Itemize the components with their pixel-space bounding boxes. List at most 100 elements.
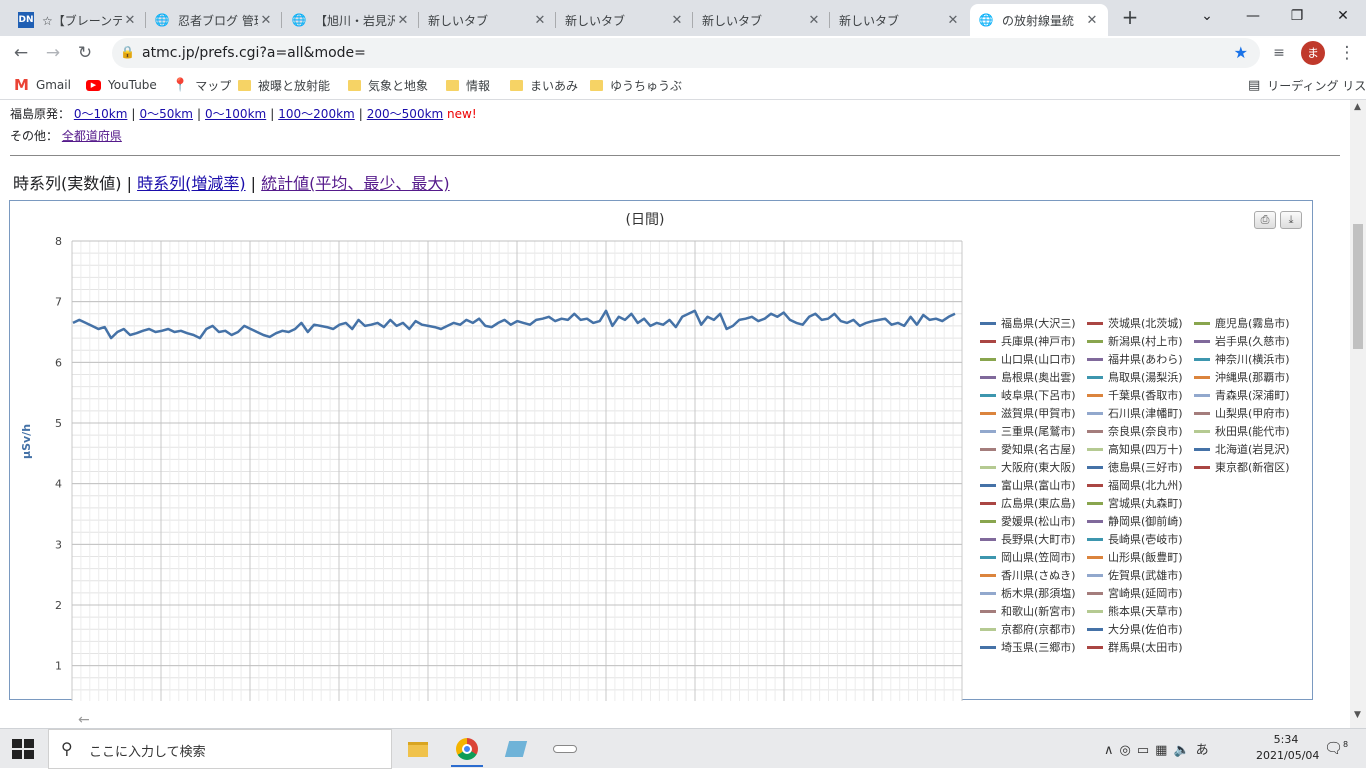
tab-4[interactable]: 新しいタブ ✕ — [420, 4, 556, 36]
legend-item[interactable]: 静岡県(御前崎) — [1087, 512, 1183, 530]
battery-icon[interactable]: ▭ — [1137, 743, 1155, 758]
tab-3[interactable]: 🌐 【旭川・岩見沢 ✕ — [283, 4, 419, 36]
legend-item[interactable]: 島根県(奥出雲) — [980, 368, 1076, 386]
bookmark-star-icon[interactable]: ★ — [1234, 43, 1248, 62]
scrollbar-thumb[interactable] — [1353, 224, 1363, 349]
file-explorer-icon[interactable] — [398, 733, 438, 765]
back-button[interactable]: ← — [8, 40, 34, 66]
bookmark-item[interactable]: 気象と地象 — [348, 76, 428, 94]
distance-link[interactable]: 200～500km — [367, 107, 443, 121]
legend-item[interactable]: 東京都(新宿区) — [1194, 458, 1290, 476]
new-tab-button[interactable]: + — [1118, 6, 1142, 30]
address-bar[interactable]: 🔒 atmc.jp/prefs.cgi?a=all&mode= ★ — [112, 38, 1260, 68]
tray-app-icon[interactable]: ◎ — [1120, 743, 1137, 758]
bookmark-item[interactable]: M Gmail — [14, 76, 71, 94]
mode-stats-link[interactable]: 統計値(平均、最少、最大) — [261, 174, 450, 193]
taskbar-search[interactable]: ⚲ ここに入力して検索 — [48, 729, 392, 769]
legend-item[interactable]: 大分県(佐伯市) — [1087, 620, 1183, 638]
bookmark-item[interactable]: 📍 マップ — [172, 76, 231, 94]
close-window-button[interactable]: ✕ — [1320, 4, 1366, 28]
tab-7[interactable]: 新しいタブ ✕ — [831, 4, 969, 36]
legend-item[interactable]: 徳島県(三好市) — [1087, 458, 1183, 476]
tab-2[interactable]: 🌐 忍者ブログ 管理 ✕ — [146, 4, 282, 36]
legend-item[interactable]: 福井県(あわら) — [1087, 350, 1183, 368]
scroll-down-icon[interactable]: ▼ — [1354, 710, 1361, 720]
distance-link[interactable]: 0～10km — [74, 107, 128, 121]
tab-close-icon[interactable]: ✕ — [395, 13, 411, 28]
legend-item[interactable]: 佐賀県(武雄市) — [1087, 566, 1183, 584]
legend-item[interactable]: 富山県(富山市) — [980, 476, 1076, 494]
profile-avatar[interactable]: ま — [1301, 41, 1325, 65]
legend-item[interactable]: 兵庫県(神戸市) — [980, 332, 1076, 350]
system-tray[interactable]: ∧◎▭▦🔈あ — [1104, 739, 1215, 758]
legend-item[interactable]: 大阪府(東大阪) — [980, 458, 1076, 476]
legend-item[interactable]: 三重県(尾鷲市) — [980, 422, 1076, 440]
legend-item[interactable]: 埼玉県(三郷市) — [980, 638, 1076, 656]
legend-item[interactable]: 宮崎県(延岡市) — [1087, 584, 1183, 602]
bookmark-item[interactable]: 情報 — [446, 76, 490, 94]
legend-item[interactable]: 宮城県(丸森町) — [1087, 494, 1183, 512]
legend-item[interactable]: 奈良県(奈良市) — [1087, 422, 1183, 440]
legend-item[interactable]: 沖縄県(那覇市) — [1194, 368, 1290, 386]
page-scrollbar[interactable]: ▲ ▼ — [1350, 100, 1366, 728]
legend-item[interactable]: 秋田県(能代市) — [1194, 422, 1290, 440]
legend-item[interactable]: 岩手県(久慈市) — [1194, 332, 1290, 350]
tab-close-icon[interactable]: ✕ — [806, 13, 822, 28]
legend-item[interactable]: 群馬県(太田市) — [1087, 638, 1183, 656]
legend-item[interactable]: 山形県(飯豊町) — [1087, 548, 1183, 566]
bookmark-item[interactable]: ▶ YouTube — [86, 76, 157, 94]
legend-item[interactable]: 千葉県(香取市) — [1087, 386, 1183, 404]
legend-item[interactable]: 京都府(京都市) — [980, 620, 1076, 638]
bookmark-item[interactable]: まいあみ — [510, 76, 578, 94]
tab-close-icon[interactable]: ✕ — [532, 13, 548, 28]
legend-item[interactable]: 山口県(山口市) — [980, 350, 1076, 368]
legend-item[interactable]: 長崎県(壱岐市) — [1087, 530, 1183, 548]
legend-item[interactable]: 福岡県(北九州) — [1087, 476, 1183, 494]
tray-chevron-icon[interactable]: ∧ — [1104, 743, 1120, 758]
all-prefectures-link[interactable]: 全都道府県 — [62, 129, 122, 143]
legend-item[interactable]: 熊本県(天草市) — [1087, 602, 1183, 620]
legend-item[interactable]: 長野県(大町市) — [980, 530, 1076, 548]
minimize-button[interactable]: — — [1230, 4, 1276, 28]
legend-item[interactable]: 岡山県(笠岡市) — [980, 548, 1076, 566]
legend-item[interactable]: 愛媛県(松山市) — [980, 512, 1076, 530]
scroll-left-icon[interactable]: ← — [78, 712, 90, 728]
tab-close-icon[interactable]: ✕ — [258, 13, 274, 28]
scroll-up-icon[interactable]: ▲ — [1354, 102, 1361, 112]
media-control-icon[interactable]: ≡ — [1266, 40, 1292, 66]
legend-item[interactable]: 和歌山(新宮市) — [980, 602, 1076, 620]
reading-list-button[interactable]: ▤ リーディング リスト — [1248, 76, 1366, 94]
tab-close-icon[interactable]: ✕ — [1084, 13, 1100, 28]
legend-item[interactable]: 広島県(東広島) — [980, 494, 1076, 512]
legend-item[interactable]: 福島県(大沢三) — [980, 314, 1076, 332]
legend-item[interactable]: 高知県(四万十) — [1087, 440, 1183, 458]
notification-center-icon[interactable]: 🗨8 — [1324, 739, 1348, 757]
reload-button[interactable]: ↻ — [72, 40, 98, 66]
tab-close-icon[interactable]: ✕ — [122, 13, 138, 28]
legend-item[interactable]: 山梨県(甲府市) — [1194, 404, 1290, 422]
legend-item[interactable]: 岐阜県(下呂市) — [980, 386, 1076, 404]
legend-item[interactable]: 石川県(津幡町) — [1087, 404, 1183, 422]
tab-search-icon[interactable]: ⌄ — [1184, 4, 1230, 28]
ime-indicator[interactable]: あ — [1196, 743, 1215, 758]
distance-link[interactable]: 0～50km — [139, 107, 193, 121]
legend-item[interactable]: 鳥取県(湯梨浜) — [1087, 368, 1183, 386]
legend-item[interactable]: 茨城県(北茨城) — [1087, 314, 1183, 332]
tab-close-icon[interactable]: ✕ — [945, 13, 961, 28]
app-icon[interactable] — [496, 733, 536, 765]
legend-item[interactable]: 鹿児島(霧島市) — [1194, 314, 1290, 332]
legend-item[interactable]: 神奈川(横浜市) — [1194, 350, 1290, 368]
legend-item[interactable]: 栃木県(那須塩) — [980, 584, 1076, 602]
distance-link[interactable]: 0～100km — [205, 107, 266, 121]
tab-5[interactable]: 新しいタブ ✕ — [557, 4, 693, 36]
windows-start-icon[interactable] — [12, 739, 34, 759]
tab-6[interactable]: 新しいタブ ✕ — [694, 4, 830, 36]
distance-link[interactable]: 100～200km — [278, 107, 354, 121]
legend-item[interactable]: 愛知県(名古屋) — [980, 440, 1076, 458]
tab-close-icon[interactable]: ✕ — [669, 13, 685, 28]
legend-item[interactable]: 北海道(岩見沢) — [1194, 440, 1290, 458]
network-icon[interactable]: ▦ — [1155, 743, 1173, 758]
tab-8[interactable]: 🌐 の放射線量統 ✕ — [970, 4, 1108, 36]
bookmark-item[interactable]: ゆうちゅうぶ — [590, 76, 682, 94]
forward-button[interactable]: → — [40, 40, 66, 66]
